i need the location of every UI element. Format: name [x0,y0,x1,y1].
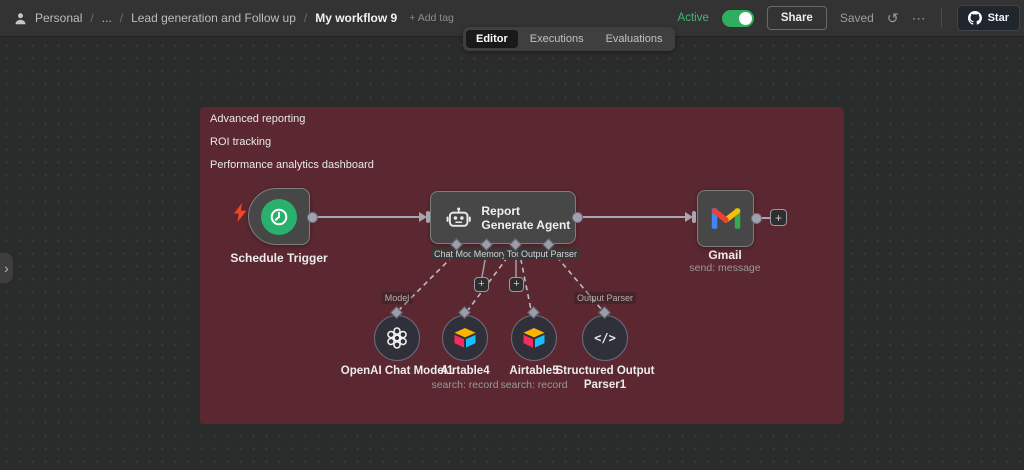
clock-icon [269,207,289,227]
port-label-model: Model [382,292,413,304]
saved-status: Saved [840,11,874,25]
tab-evaluations[interactable]: Evaluations [596,30,673,48]
user-icon [14,12,27,25]
node-label-agent: Report Generate Agent [481,204,575,232]
breadcrumb-project[interactable]: Personal [35,11,82,25]
more-options-button[interactable]: ⋯ [912,10,926,27]
agent-output-port[interactable] [572,212,583,223]
openai-icon [385,326,409,350]
gmail-output-port[interactable] [751,213,762,224]
header-divider [941,8,942,28]
schedule-trigger-badge [261,199,297,235]
breadcrumb-separator: / [120,11,123,25]
node-subtitle-gmail: send: message [665,262,785,274]
code-icon: </> [594,331,616,345]
tab-executions[interactable]: Executions [520,30,594,48]
history-button[interactable]: ↺ [887,10,899,27]
breadcrumb-folder[interactable]: Lead generation and Follow up [131,11,296,25]
add-memory-button[interactable]: + [474,277,489,292]
active-toggle[interactable] [722,10,754,27]
workflow-title[interactable]: My workflow 9 [315,11,397,25]
github-icon [968,11,982,25]
plus-icon: + [478,279,484,290]
tab-editor[interactable]: Editor [466,30,518,48]
sidebar-expand-handle[interactable]: › [0,253,13,283]
star-label: Star [988,12,1009,24]
gmail-icon [711,207,741,230]
robot-icon [446,207,471,228]
node-label-gmail: Gmail [665,248,785,262]
airtable-icon [453,328,477,348]
port-label-output-parser-top: Output Parser [574,292,636,304]
share-button[interactable]: Share [767,6,827,30]
gmail-input-port[interactable] [692,211,696,223]
workflow-canvas[interactable]: Advanced reporting ROI tracking Performa… [0,0,1024,470]
sticky-line-1: Advanced reporting [210,113,305,125]
header-tools: Active Share Saved ↺ ⋯ Star [678,5,1020,31]
add-next-node-button[interactable]: + [770,209,787,226]
sticky-line-3: Performance analytics dashboard [210,159,374,171]
toggle-knob [739,12,752,25]
node-label-schedule-trigger: Schedule Trigger [199,251,359,265]
chevron-right-icon: › [4,260,9,276]
add-tag-button[interactable]: + Add tag [409,12,454,24]
github-star-button[interactable]: Star [957,5,1020,31]
trigger-output-port[interactable] [307,212,318,223]
view-tabs: Editor Executions Evaluations [463,27,675,51]
agent-input-port[interactable] [426,211,430,223]
add-tool-button[interactable]: + [509,277,524,292]
airtable-icon [522,328,546,348]
node-label-parser: Structured Output Parser1 [547,365,663,392]
plus-icon: + [775,212,782,224]
breadcrumb-separator: / [304,11,307,25]
node-airtable4[interactable] [442,315,488,361]
node-openai-chat-model[interactable] [374,315,420,361]
plus-icon: + [513,279,519,290]
history-icon: ↺ [887,10,899,26]
breadcrumb-ellipsis[interactable]: ... [102,11,112,25]
sticky-note-content: Advanced reporting ROI tracking Performa… [210,114,374,172]
trigger-lightning-icon [234,203,247,222]
more-icon: ⋯ [912,10,926,26]
node-report-generate-agent[interactable]: Report Generate Agent [430,191,576,244]
node-airtable5[interactable] [511,315,557,361]
node-schedule-trigger[interactable] [248,188,310,245]
node-structured-output-parser[interactable]: </> [582,315,628,361]
breadcrumb-separator: / [90,11,93,25]
active-label: Active [678,12,709,24]
sticky-line-2: ROI tracking [210,136,271,148]
node-gmail[interactable] [697,190,754,247]
breadcrumb: Personal / ... / Lead generation and Fol… [14,11,454,25]
